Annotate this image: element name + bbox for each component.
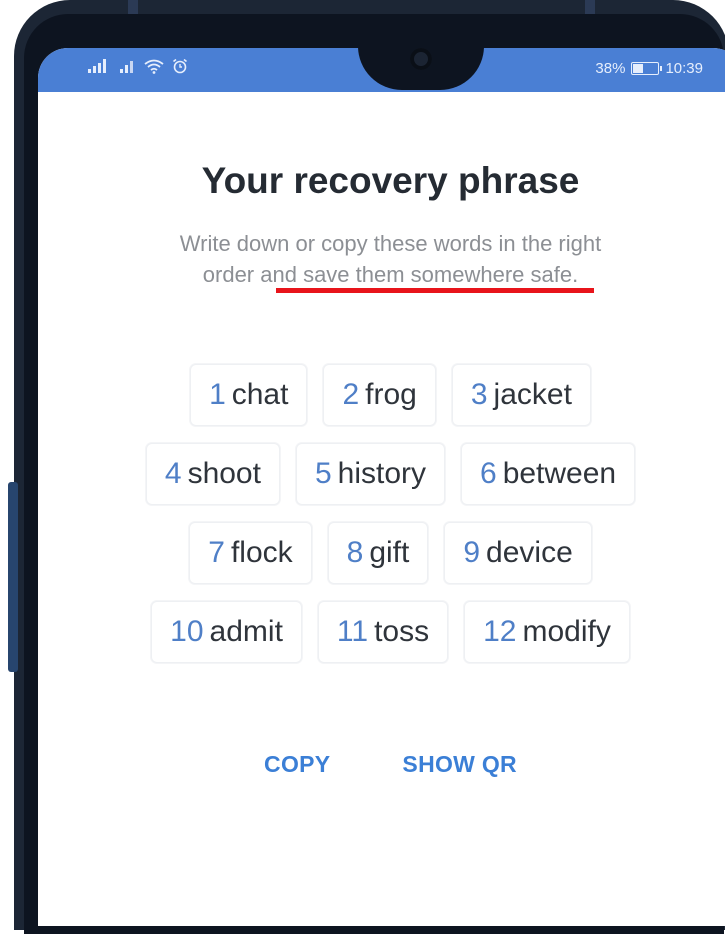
word-chip: 11 toss [317, 601, 449, 663]
top-button [585, 0, 595, 14]
word-row: 10 admit 11 toss 12 modify [38, 601, 725, 663]
word-row: 4 shoot 5 history 6 between [38, 443, 725, 505]
action-bar: COPY SHOW QR [38, 751, 725, 778]
highlight-underline [276, 288, 594, 293]
battery-percent: 38% [595, 60, 626, 77]
page-subtitle: Write down or copy these words in the ri… [98, 228, 683, 290]
word-number: 10 [170, 615, 204, 648]
word-chip: 7 flock [189, 522, 312, 584]
wifi-icon [144, 59, 164, 74]
recovery-word-grid: 1 chat 2 frog 3 jacket 4 shoot 5 history 6 between 7… [38, 364, 725, 680]
status-icons-left [88, 58, 188, 74]
subtitle-emphasis: save them somewhere safe [303, 262, 573, 287]
word-chip: 2 frog [323, 364, 436, 426]
word-text: admit [209, 615, 283, 648]
word-number: 1 [209, 378, 226, 411]
word-text: modify [522, 615, 611, 648]
word-text: between [502, 457, 617, 490]
word-number: 9 [463, 536, 481, 569]
side-button [8, 482, 18, 672]
word-chip: 10 admit [151, 601, 302, 663]
phone-screen: 38% 10:39 Your recovery phrase Write dow… [38, 48, 725, 926]
word-chip: 3 jacket [451, 364, 591, 426]
camera-notch [358, 48, 484, 90]
word-chip: 12 modify [464, 601, 630, 663]
word-text: frog [365, 378, 417, 411]
word-number: 3 [470, 378, 488, 411]
word-chip: 9 device [444, 522, 592, 584]
subtitle-line-2-prefix: order and [202, 262, 304, 287]
show-qr-button[interactable]: SHOW QR [402, 751, 517, 778]
word-text: shoot [187, 457, 261, 490]
word-number: 2 [342, 378, 360, 411]
status-bar: 38% 10:39 [38, 48, 725, 92]
status-time: 10:39 [665, 60, 703, 77]
word-number: 4 [164, 457, 182, 490]
word-text: device [486, 536, 573, 569]
word-number: 5 [314, 457, 332, 490]
word-text: jacket [493, 378, 572, 411]
page-title: Your recovery phrase [201, 160, 580, 201]
top-button [128, 0, 138, 14]
word-chip: 6 between [461, 443, 636, 505]
word-text: gift [369, 536, 410, 569]
word-text: flock [230, 536, 293, 569]
status-icons-right: 38% 10:39 [595, 60, 703, 77]
battery-icon [631, 62, 663, 75]
word-number: 7 [208, 536, 225, 569]
camera-icon [410, 48, 432, 70]
word-row: 7 flock 8 gift 9 device [38, 522, 725, 584]
alarm-icon [173, 58, 187, 74]
word-text: chat [231, 378, 289, 411]
signal-icon [120, 61, 133, 73]
word-chip: 1 chat [190, 364, 308, 426]
word-number: 6 [480, 457, 497, 490]
word-chip: 4 shoot [145, 443, 280, 505]
word-number: 8 [346, 536, 364, 569]
word-number: 11 [336, 615, 369, 648]
word-chip: 5 history [295, 443, 445, 505]
subtitle-line-2-suffix: . [572, 262, 579, 287]
subtitle-line-1: Write down or copy these words in the ri… [179, 231, 602, 256]
word-text: history [337, 457, 426, 490]
word-row: 1 chat 2 frog 3 jacket [38, 364, 725, 426]
word-chip: 8 gift [327, 522, 429, 584]
copy-button[interactable]: COPY [264, 751, 330, 778]
word-text: toss [374, 615, 430, 648]
word-number: 12 [483, 615, 517, 648]
signal-icon [88, 59, 106, 73]
